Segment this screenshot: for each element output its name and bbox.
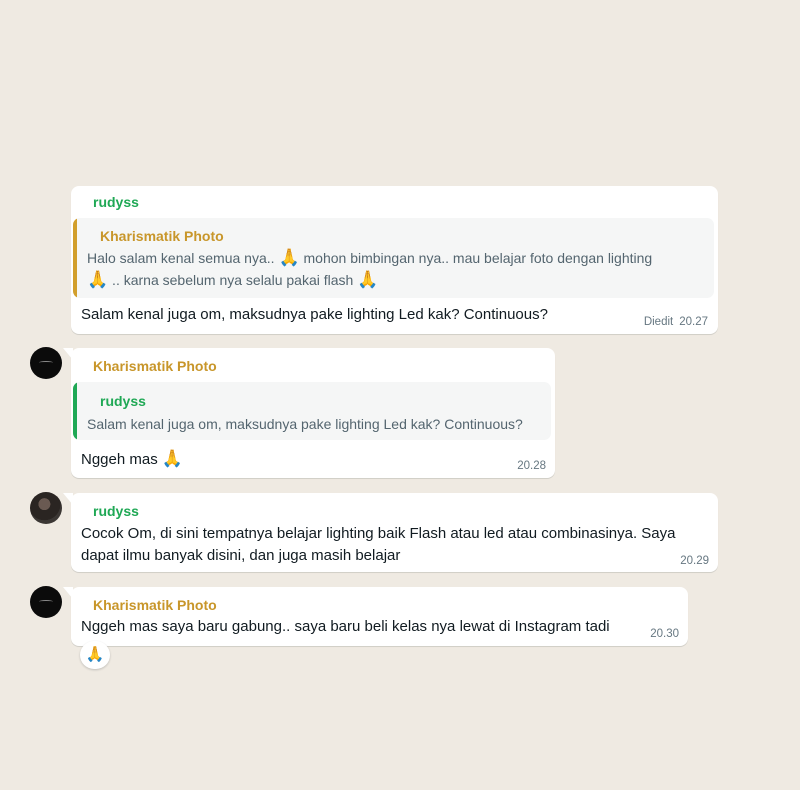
quoted-text-line-2: 🙏 .. karna sebelum nya selalu pakai flas… (87, 269, 707, 291)
quoted-text: Salam kenal juga om, maksudnya pake ligh… (87, 416, 523, 432)
logo-mark (39, 600, 53, 603)
timestamp: 20.29 (680, 555, 709, 567)
quoted-message[interactable]: Kharismatik Photo Halo salam kenal semua… (73, 218, 714, 298)
folded-hands-emoji: 🙏 (278, 248, 300, 267)
quote-bar (73, 218, 77, 298)
message-bubble-2[interactable]: Kharismatik Photo rudyss Salam kenal jug… (63, 348, 555, 478)
reaction-badge[interactable]: 🙏 (80, 641, 110, 669)
quote-bar (73, 382, 77, 440)
sender-name[interactable]: rudyss (93, 503, 139, 519)
logo-mark (39, 361, 53, 364)
message-text-line-2: dapat ilmu banyak disini, dan juga masih… (81, 547, 401, 564)
quoted-text-part: mohon bimbingan nya.. mau belajar foto d… (299, 250, 653, 266)
message-text-part: Nggeh mas (81, 451, 162, 468)
message-text-line-1: Cocok Om, di sini tempatnya belajar ligh… (81, 525, 676, 542)
timestamp: 20.27 (679, 316, 708, 328)
folded-hands-emoji: 🙏 (87, 270, 109, 289)
avatar-kharismatik[interactable] (30, 347, 62, 379)
message-text: Cocok Om, di sini tempatnya belajar ligh… (81, 523, 676, 567)
quoted-text-part: .. karna sebelum nya selalu pakai flash (108, 272, 358, 288)
message-bubble-3[interactable]: rudyss Cocok Om, di sini tempatnya belaj… (63, 493, 718, 572)
message-text: Nggeh mas 🙏 (81, 448, 183, 471)
quoted-sender-name: Kharismatik Photo (100, 228, 224, 244)
avatar-rudyss[interactable] (30, 492, 62, 524)
message-text: Salam kenal juga om, maksudnya pake ligh… (81, 306, 548, 323)
folded-hands-emoji: 🙏 (357, 270, 379, 289)
folded-hands-emoji: 🙏 (161, 449, 184, 468)
message-meta: Diedit 20.27 (644, 316, 708, 328)
avatar-kharismatik[interactable] (30, 586, 62, 618)
edited-label: Diedit (643, 316, 674, 328)
chat-panel: rudyss Kharismatik Photo Halo salam kena… (0, 0, 800, 790)
sender-name[interactable]: Kharismatik Photo (93, 358, 217, 374)
timestamp: 20.30 (650, 628, 679, 640)
message-text: Nggeh mas saya baru gabung.. saya baru b… (81, 618, 610, 635)
sender-name[interactable]: Kharismatik Photo (93, 597, 217, 613)
sender-name[interactable]: rudyss (93, 194, 139, 210)
quoted-message[interactable]: rudyss Salam kenal juga om, maksudnya pa… (73, 382, 551, 440)
timestamp: 20.28 (517, 460, 546, 472)
quoted-sender-name: rudyss (100, 393, 146, 409)
quoted-text-part: Halo salam kenal semua nya.. (87, 250, 279, 266)
message-bubble-4[interactable]: Kharismatik Photo Nggeh mas saya baru ga… (63, 587, 688, 646)
quoted-text-line-1: Halo salam kenal semua nya.. 🙏 mohon bim… (87, 247, 707, 269)
message-bubble-1[interactable]: rudyss Kharismatik Photo Halo salam kena… (71, 186, 718, 334)
quoted-text: Halo salam kenal semua nya.. 🙏 mohon bim… (87, 247, 707, 291)
